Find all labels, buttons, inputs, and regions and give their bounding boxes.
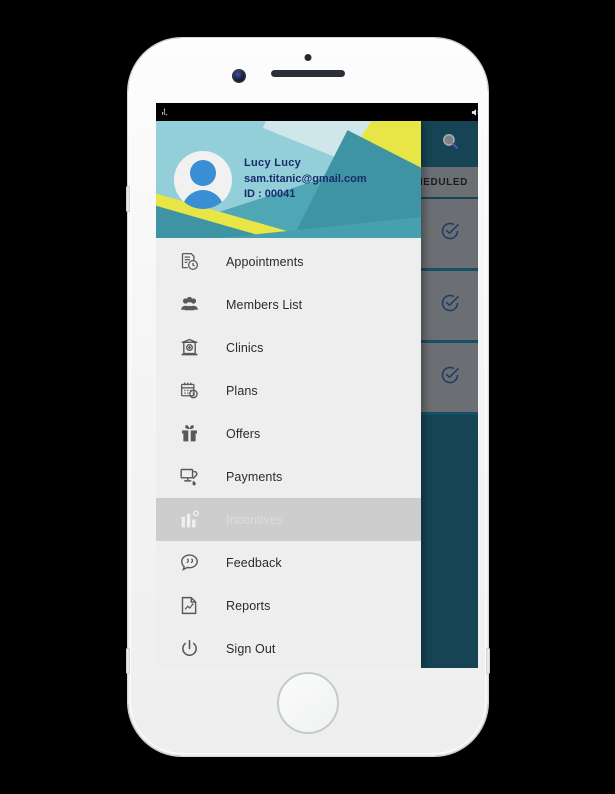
check-circle-icon xyxy=(440,221,460,246)
phone-device: 1 43% xyxy=(126,38,490,756)
avatar-body xyxy=(182,189,224,209)
sidebar-item-offers[interactable]: Offers xyxy=(156,412,421,455)
volume-button[interactable] xyxy=(126,186,130,212)
gift-icon xyxy=(176,421,202,447)
sidebar-item-label: Plans xyxy=(226,383,258,398)
sidebar-item-label: Feedback xyxy=(226,555,282,570)
power-icon xyxy=(176,636,202,662)
payments-icon xyxy=(176,464,202,490)
bar-chart-icon xyxy=(176,507,202,533)
avatar-head xyxy=(190,159,216,186)
profile-email: sam.titanic@gmail.com xyxy=(244,172,367,185)
sidebar-item-label: Appointments xyxy=(226,254,304,269)
navigation-drawer: Lucy Lucy sam.titanic@gmail.com ID : 000… xyxy=(156,121,421,668)
members-list-icon xyxy=(176,292,202,318)
phone-screen: 1 43% xyxy=(156,103,478,668)
drawer-menu: Appointments Members List Clinics Plans … xyxy=(156,238,421,668)
search-icon[interactable] xyxy=(441,132,460,156)
usb-icon xyxy=(160,107,169,118)
volume-mute-icon xyxy=(470,107,478,118)
sidebar-item-incentives[interactable]: Incentives xyxy=(156,498,421,541)
sidebar-item-label: Offers xyxy=(226,426,261,441)
sidebar-item-label: Payments xyxy=(226,469,283,484)
profile-info: Lucy Lucy sam.titanic@gmail.com ID : 000… xyxy=(244,156,367,204)
sidebar-item-sign-out[interactable]: Sign Out xyxy=(156,627,421,668)
sidebar-item-members-list[interactable]: Members List xyxy=(156,283,421,326)
sidebar-item-payments[interactable]: Payments xyxy=(156,455,421,498)
sidebar-item-label: Members List xyxy=(226,297,303,312)
plans-calendar-icon xyxy=(176,378,202,404)
right-side-port xyxy=(486,648,490,674)
left-side-port xyxy=(126,648,130,674)
sidebar-item-label: Sign Out xyxy=(226,641,276,656)
sidebar-item-clinics[interactable]: Clinics xyxy=(156,326,421,369)
profile-id: ID : 00041 xyxy=(244,188,296,201)
home-button[interactable] xyxy=(277,672,339,734)
profile-name: Lucy Lucy xyxy=(244,156,302,169)
reports-icon xyxy=(176,593,202,619)
sidebar-item-feedback[interactable]: Feedback xyxy=(156,541,421,584)
check-circle-icon xyxy=(440,293,460,318)
sidebar-item-appointments[interactable]: Appointments xyxy=(156,240,421,283)
android-status-bar: 1 43% xyxy=(156,103,478,121)
sidebar-item-plans[interactable]: Plans xyxy=(156,369,421,412)
sidebar-item-label: Reports xyxy=(226,598,271,613)
sidebar-item-label: Clinics xyxy=(226,340,264,355)
appointments-icon xyxy=(176,249,202,275)
earpiece-speaker xyxy=(271,70,345,77)
clinic-icon xyxy=(176,335,202,361)
avatar[interactable] xyxy=(174,150,232,209)
feedback-icon xyxy=(176,550,202,576)
check-circle-icon xyxy=(440,365,460,390)
sidebar-item-reports[interactable]: Reports xyxy=(156,584,421,627)
drawer-profile-header[interactable]: Lucy Lucy sam.titanic@gmail.com ID : 000… xyxy=(156,121,421,238)
proximity-sensor-dot xyxy=(304,54,312,61)
sidebar-item-label: Incentives xyxy=(226,512,284,527)
front-camera-icon xyxy=(233,70,245,82)
